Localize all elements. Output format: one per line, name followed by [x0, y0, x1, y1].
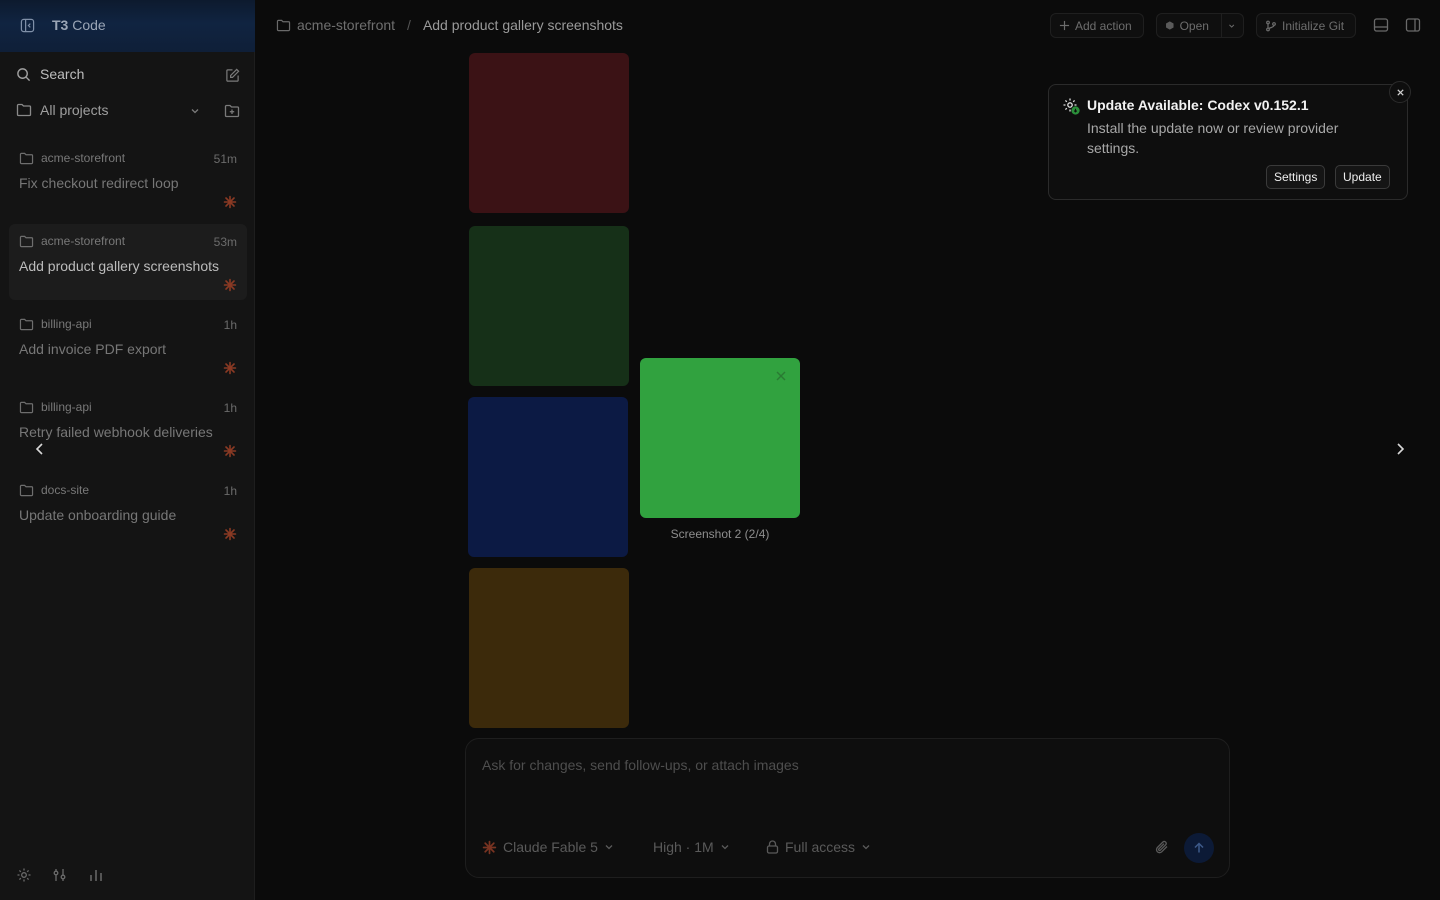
- sidebar-toggle-icon[interactable]: [20, 18, 35, 33]
- claude-spark-icon: [223, 278, 237, 292]
- thread-title: Add product gallery screenshots: [19, 258, 219, 274]
- claude-spark-icon: [223, 444, 237, 458]
- search-label: Search: [40, 66, 85, 82]
- breadcrumb: acme-storefront / Add product gallery sc…: [276, 17, 623, 33]
- arrow-up-icon: [1194, 842, 1204, 853]
- chevron-left-icon[interactable]: [32, 441, 48, 457]
- effort-selector[interactable]: High · 1M: [647, 839, 730, 855]
- top-bar: acme-storefront / Add product gallery sc…: [256, 0, 1440, 52]
- send-button[interactable]: [1184, 833, 1214, 863]
- thread-time: 1h: [223, 401, 237, 415]
- terminal-panel-icon[interactable]: [1373, 17, 1389, 33]
- chevron-right-icon[interactable]: [1392, 441, 1408, 457]
- breadcrumb-thread-title: Add product gallery screenshots: [422, 17, 623, 33]
- chevron-down-icon: [862, 845, 870, 850]
- projects-label: All projects: [40, 102, 109, 118]
- toast-description: Install the update now or review provide…: [1087, 120, 1339, 156]
- folder-icon: [19, 152, 34, 164]
- access-selector[interactable]: Full access: [766, 839, 871, 855]
- claude-spark-icon: [223, 361, 237, 375]
- thread-item[interactable]: acme-storefront 51m Fix checkout redirec…: [9, 141, 247, 217]
- update-gear-icon: [1063, 98, 1080, 115]
- close-icon: [1396, 88, 1404, 96]
- git-branch-icon: [1266, 20, 1276, 31]
- new-thread-icon[interactable]: [225, 68, 240, 83]
- settings-button[interactable]: Settings: [1266, 165, 1326, 189]
- thread-project: docs-site: [19, 483, 89, 497]
- claude-spark-icon: [223, 527, 237, 541]
- lock-icon: [766, 840, 779, 854]
- thread-project: billing-api: [19, 317, 92, 331]
- chevron-down-icon[interactable]: [1228, 21, 1235, 31]
- new-folder-icon[interactable]: [224, 104, 240, 118]
- folder-icon: [276, 19, 291, 31]
- thread-item[interactable]: docs-site 1h Update onboarding guide: [9, 473, 247, 549]
- close-icon[interactable]: [774, 369, 788, 383]
- sidebar-search[interactable]: Search: [16, 66, 240, 82]
- chevron-down-icon: [721, 845, 729, 850]
- thread-project: acme-storefront: [19, 151, 125, 165]
- screenshot-thumbnail-4[interactable]: [469, 568, 629, 728]
- thread-project: acme-storefront: [19, 234, 125, 248]
- thread-time: 1h: [223, 318, 237, 332]
- model-selector[interactable]: Claude Fable 5: [482, 839, 614, 855]
- screenshot-thumbnail-3[interactable]: [468, 397, 628, 557]
- search-icon: [17, 67, 31, 81]
- message-composer: Ask for changes, send follow-ups, or att…: [465, 738, 1230, 878]
- update-button[interactable]: Update: [1335, 165, 1390, 189]
- sliders-icon[interactable]: [52, 867, 68, 883]
- breadcrumb-separator: /: [407, 17, 411, 33]
- thread-item[interactable]: billing-api 1h Add invoice PDF export: [9, 307, 247, 383]
- open-button[interactable]: Open: [1156, 13, 1244, 38]
- plus-icon: [1059, 20, 1070, 31]
- folder-icon: [16, 103, 32, 117]
- thread-time: 51m: [213, 152, 237, 166]
- toast-close-button[interactable]: [1389, 81, 1411, 103]
- update-toast: Update Available: Codex v0.152.1 Install…: [1048, 81, 1411, 200]
- chevron-down-icon[interactable]: [190, 106, 200, 116]
- chart-icon[interactable]: [88, 867, 104, 883]
- right-panel-icon[interactable]: [1405, 17, 1421, 33]
- sidebar-header: T3 Code: [0, 0, 255, 52]
- gear-icon[interactable]: [16, 867, 32, 883]
- folder-icon: [19, 401, 34, 413]
- app-brand: T3 Code: [52, 17, 106, 33]
- folder-icon: [19, 318, 34, 330]
- thread-project: billing-api: [19, 400, 92, 414]
- lightbox-caption: Screenshot 2 (2/4): [670, 527, 770, 541]
- thread-title: Update onboarding guide: [19, 507, 177, 523]
- claude-spark-icon: [482, 840, 497, 854]
- thread-item-active[interactable]: acme-storefront 53m Add product gallery …: [9, 224, 247, 300]
- folder-icon: [19, 235, 34, 247]
- breadcrumb-project[interactable]: acme-storefront: [297, 17, 395, 33]
- claude-spark-icon: [223, 195, 237, 209]
- composer-input[interactable]: Ask for changes, send follow-ups, or att…: [482, 757, 799, 773]
- thread-time: 53m: [213, 235, 237, 249]
- sidebar-footer: [16, 867, 104, 883]
- cube-icon: [1166, 21, 1174, 30]
- thread-title: Add invoice PDF export: [19, 341, 167, 357]
- add-action-button[interactable]: Add action: [1050, 13, 1144, 38]
- chevron-down-icon: [605, 845, 613, 850]
- folder-icon: [19, 484, 34, 496]
- thread-title: Retry failed webhook deliveries: [19, 424, 213, 440]
- thread-time: 1h: [223, 484, 237, 498]
- thread-title: Fix checkout redirect loop: [19, 175, 179, 191]
- paperclip-icon[interactable]: [1154, 839, 1170, 855]
- toast-title: Update Available: Codex v0.152.1: [1087, 97, 1309, 113]
- screenshot-thumbnail-2[interactable]: [469, 226, 629, 386]
- screenshot-thumbnail-1[interactable]: [469, 53, 629, 213]
- projects-filter[interactable]: All projects: [16, 102, 240, 118]
- initialize-git-button[interactable]: Initialize Git: [1256, 13, 1356, 38]
